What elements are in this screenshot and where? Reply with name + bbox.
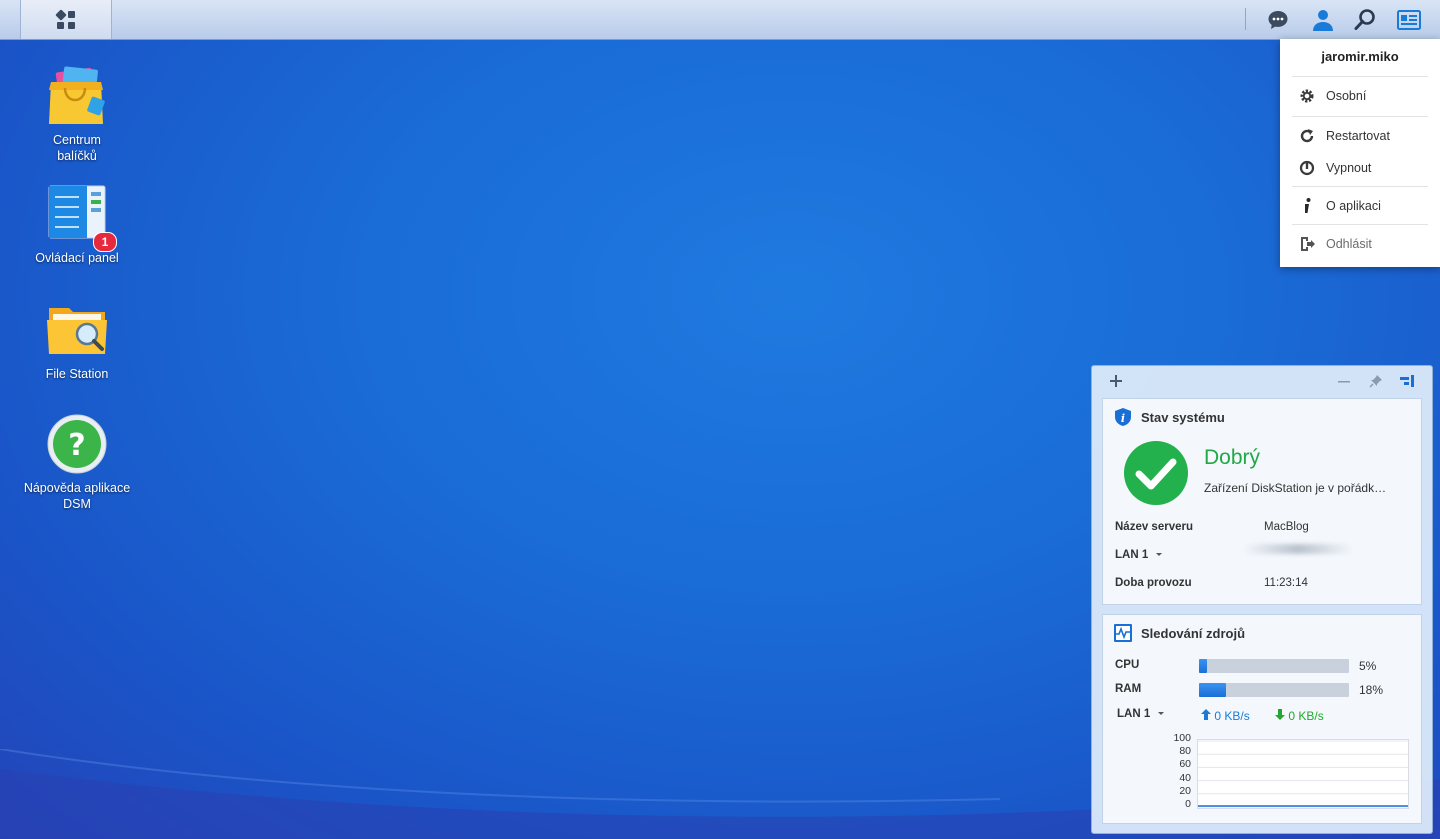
- desktop-icon-label: Centrum balíčků: [53, 133, 101, 163]
- control-panel-icon: 1: [45, 182, 117, 252]
- menu-separator: [1292, 76, 1428, 77]
- desktop-icon-label: File Station: [45, 367, 109, 381]
- ram-bar: [1199, 683, 1349, 697]
- desktop-icon-control-panel[interactable]: 1 Ovládací panel: [17, 182, 137, 266]
- desktop-icon-file-station[interactable]: File Station: [17, 298, 137, 382]
- status-text: Dobrý: [1204, 446, 1261, 469]
- chat-icon: [1268, 11, 1288, 29]
- plus-icon: [1110, 375, 1122, 387]
- main-menu-button[interactable]: [20, 0, 112, 39]
- taskbar: [0, 0, 1440, 40]
- ram-value: 18%: [1359, 683, 1384, 697]
- minimize-icon: [1338, 381, 1350, 383]
- y-tick-label: 60: [1179, 758, 1191, 771]
- uptime-value: 11:23:14: [1264, 577, 1308, 589]
- widget-title: Sledování zdrojů: [1113, 623, 1245, 643]
- server-name-value: MacBlog: [1264, 521, 1309, 533]
- resource-monitor-icon: [1114, 624, 1132, 642]
- minimize-widgets-button[interactable]: [1335, 372, 1353, 390]
- redacted-ip: [1243, 544, 1353, 554]
- widget-title: i Stav systému: [1113, 407, 1225, 427]
- main-menu-icon: [55, 9, 75, 29]
- collapse-widgets-button[interactable]: [1398, 372, 1416, 390]
- download-speed: 0 KB/s: [1275, 709, 1324, 723]
- cpu-value: 5%: [1359, 659, 1377, 673]
- menu-item-label: Vypnout: [1326, 161, 1372, 175]
- menu-item-label: Restartovat: [1326, 129, 1390, 143]
- user-menu-dropdown: jaromir.miko Osobní Restartovat Vypnout …: [1280, 39, 1440, 267]
- menu-separator: [1292, 186, 1428, 187]
- help-icon: ?: [45, 412, 109, 476]
- menu-item-personal[interactable]: Osobní: [1280, 80, 1440, 112]
- menu-item-label: Odhlásit: [1326, 237, 1372, 251]
- chat-button[interactable]: [1265, 7, 1291, 33]
- widget-panel: i Stav systému Dobrý Zařízení DiskStatio…: [1091, 365, 1433, 834]
- menu-item-label: Osobní: [1326, 89, 1367, 103]
- pin-icon: [1369, 375, 1382, 388]
- lan-selector[interactable]: LAN 1: [1117, 708, 1165, 720]
- power-icon: [1298, 159, 1316, 177]
- server-name-label: Název serveru: [1115, 521, 1193, 533]
- status-ok-icon: [1124, 441, 1188, 505]
- restart-icon: [1298, 127, 1316, 145]
- menu-item-restart[interactable]: Restartovat: [1280, 120, 1440, 152]
- resource-monitor-widget: Sledování zdrojů CPU 5% RAM 18% LAN 1 0 …: [1102, 614, 1422, 824]
- menu-item-logout[interactable]: Odhlásit: [1280, 228, 1440, 260]
- arrow-down-icon: [1275, 709, 1285, 720]
- menu-item-label: O aplikaci: [1326, 199, 1381, 213]
- upload-speed: 0 KB/s: [1201, 709, 1250, 723]
- add-widget-button[interactable]: [1107, 372, 1125, 390]
- taskbar-separator: [1245, 8, 1246, 30]
- ram-bar-fill: [1199, 683, 1226, 697]
- desktop-icon-package-center[interactable]: Centrum balíčků: [17, 64, 137, 164]
- collapse-panel-icon: [1400, 375, 1414, 387]
- search-icon: [1354, 9, 1375, 30]
- cpu-label: CPU: [1115, 659, 1140, 671]
- y-tick-label: 80: [1179, 745, 1191, 758]
- svg-text:?: ?: [68, 428, 85, 463]
- user-button[interactable]: [1310, 7, 1336, 33]
- widget-toolbar: [1092, 366, 1432, 396]
- cpu-bar-fill: [1199, 659, 1207, 673]
- desktop-icon-label: Nápověda aplikace DSM: [23, 481, 131, 511]
- arrow-up-icon: [1201, 709, 1211, 720]
- status-message: Zařízení DiskStation je v pořádk…: [1204, 481, 1387, 495]
- network-chart: [1197, 739, 1409, 809]
- ram-label: RAM: [1115, 683, 1142, 695]
- gear-icon: [1298, 87, 1316, 105]
- uptime-label: Doba provozu: [1115, 577, 1192, 589]
- package-center-icon: [45, 64, 109, 128]
- cpu-bar: [1199, 659, 1349, 673]
- pin-widgets-button[interactable]: [1367, 372, 1385, 390]
- user-icon: [1313, 10, 1333, 31]
- desktop-icon-dsm-help[interactable]: ? Nápověda aplikace DSM: [17, 412, 137, 512]
- y-tick-label: 20: [1179, 784, 1191, 797]
- username: jaromir.miko: [1321, 49, 1399, 64]
- logout-icon: [1298, 235, 1316, 253]
- menu-item-shutdown[interactable]: Vypnout: [1280, 152, 1440, 184]
- chevron-down-icon: [1158, 712, 1165, 715]
- widgets-button[interactable]: [1396, 7, 1422, 33]
- y-tick-label: 100: [1173, 732, 1191, 744]
- file-station-icon: [45, 298, 109, 362]
- shield-info-icon: i: [1115, 408, 1131, 426]
- lan-selector[interactable]: LAN 1: [1115, 549, 1163, 561]
- chevron-down-icon: [1156, 553, 1163, 556]
- y-tick-label: 40: [1179, 771, 1191, 784]
- menu-separator: [1292, 224, 1428, 225]
- menu-item-about[interactable]: O aplikaci: [1280, 190, 1440, 222]
- info-icon: [1298, 197, 1316, 215]
- desktop-icon-label: Ovládací panel: [35, 251, 119, 265]
- svg-text:i: i: [1121, 412, 1125, 425]
- y-tick-label: 0: [1185, 798, 1191, 810]
- notification-badge: 1: [93, 232, 117, 252]
- system-status-widget: i Stav systému Dobrý Zařízení DiskStatio…: [1102, 398, 1422, 605]
- network-chart-plot: [1198, 740, 1408, 808]
- search-button[interactable]: [1352, 7, 1378, 33]
- widgets-icon: [1397, 10, 1421, 30]
- menu-separator: [1292, 116, 1428, 117]
